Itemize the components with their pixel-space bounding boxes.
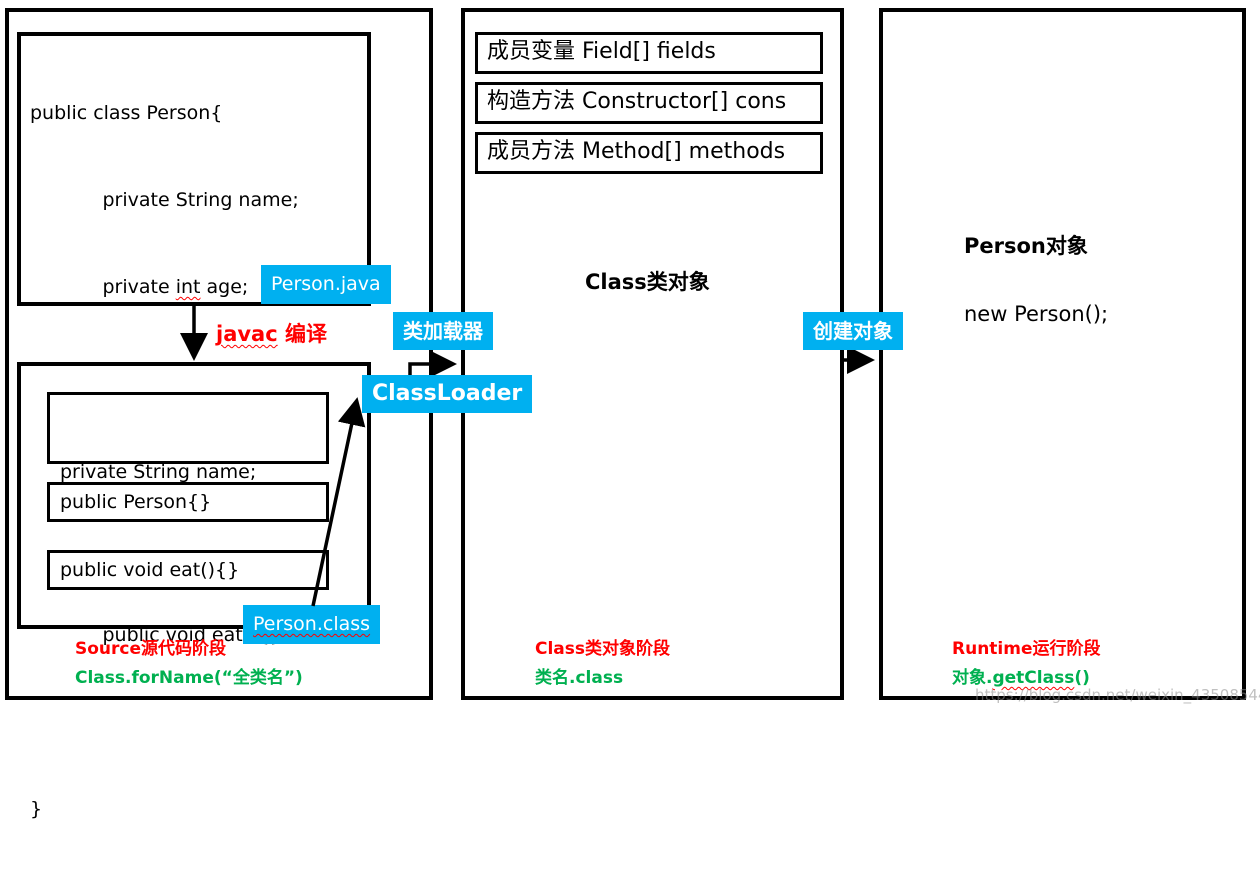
- compile-label: javac 编译: [216, 322, 327, 346]
- code-line: private int age;: [30, 276, 249, 298]
- source-stage-name: Source源代码阶段: [75, 639, 227, 659]
- class-stage-name: Class类对象阶段: [535, 639, 671, 659]
- person-object-title: Person对象: [964, 234, 1088, 258]
- class-stage-access: 类名.class: [535, 668, 624, 688]
- new-person-code: new Person();: [964, 302, 1109, 326]
- source-stage-access: Class.forName(“全类名”): [75, 668, 303, 688]
- class-constructor-code: public Person{}: [60, 491, 212, 513]
- watermark: https://blog.csdn.net/weixin_43508544: [975, 686, 1260, 704]
- member-methods-box: 成员方法 Method[] methods: [475, 132, 823, 174]
- runtime-stage-access: 对象.getClass(): [952, 668, 1090, 688]
- person-class-tag: Person.class: [243, 605, 381, 644]
- code-line: private String name;: [30, 189, 299, 211]
- class-fields-box: private String name; private int age;: [47, 392, 329, 570]
- member-fields-box: 成员变量 Field[] fields: [475, 32, 823, 74]
- create-object-tag: 创建对象: [803, 312, 903, 350]
- member-constructors-box: 构造方法 Constructor[] cons: [475, 82, 823, 124]
- class-method-code: public void eat(){}: [60, 559, 240, 581]
- class-loader-cn-tag: 类加载器: [393, 312, 493, 350]
- runtime-stage-name: Runtime运行阶段: [952, 639, 1101, 659]
- class-object-title: Class类对象: [585, 270, 710, 294]
- code-line: }: [30, 798, 43, 820]
- runtime-stage-panel: [879, 8, 1246, 700]
- class-method-box: public void eat(){}: [47, 550, 329, 590]
- person-java-tag: Person.java: [261, 265, 391, 304]
- class-constructor-box: public Person{}: [47, 482, 329, 522]
- code-line: public class Person{: [30, 102, 223, 124]
- class-loader-en-tag: ClassLoader: [362, 375, 533, 413]
